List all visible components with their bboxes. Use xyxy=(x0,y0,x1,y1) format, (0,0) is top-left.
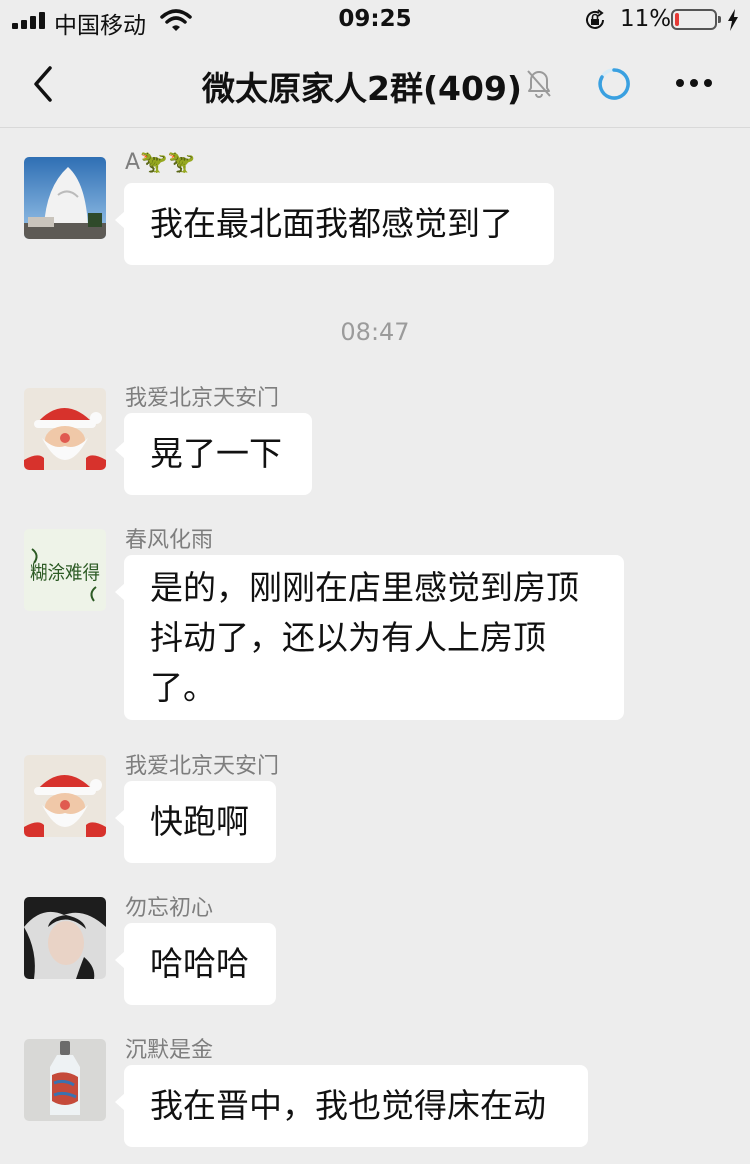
battery-percent: 11% xyxy=(620,6,672,32)
sender-name: 我爱北京天安门 xyxy=(125,754,280,779)
time-divider: 08:47 xyxy=(340,318,410,346)
mute-icon xyxy=(527,70,551,98)
loading-icon[interactable] xyxy=(597,67,631,101)
sender-name: 勿忘初心 xyxy=(125,896,214,921)
avatar[interactable] xyxy=(24,157,106,239)
status-bar: 中国移动 09:25 11% xyxy=(0,0,750,40)
charging-icon xyxy=(728,9,738,31)
avatar-calligraphy: 糊涂难得 xyxy=(30,562,100,584)
more-icon[interactable] xyxy=(674,76,714,90)
message-text-line: 抖动了，还以为有人上房顶 xyxy=(150,618,546,657)
group-title[interactable]: 微太原家人2群(409) xyxy=(202,62,522,110)
message-bubble[interactable]: 快跑啊 xyxy=(115,781,276,863)
avatar[interactable] xyxy=(24,755,106,837)
back-icon[interactable] xyxy=(24,64,64,104)
message-bubble[interactable]: 是的，刚刚在店里感觉到房顶 抖动了，还以为有人上房顶 了。 xyxy=(115,555,624,720)
message-bubble[interactable]: 我在最北面我都感觉到了 xyxy=(115,183,554,265)
avatar[interactable]: 糊涂难得 xyxy=(24,529,106,611)
message-text: 快跑啊 xyxy=(150,802,249,841)
chat-header: 微太原家人2群(409) xyxy=(0,40,750,128)
orientation-lock-icon xyxy=(586,9,604,29)
message-text: 晃了一下 xyxy=(150,434,282,473)
message-text: 我在最北面我都感觉到了 xyxy=(150,204,513,243)
sender-name: 沉默是金 xyxy=(125,1038,214,1063)
avatar[interactable] xyxy=(24,897,106,979)
message-text: 我在晋中，我也觉得床在动 xyxy=(150,1086,546,1125)
battery-icon xyxy=(671,9,721,30)
message-bubble[interactable]: 我在晋中，我也觉得床在动 xyxy=(115,1065,588,1147)
avatar[interactable] xyxy=(24,388,106,470)
sender-name: 春风化雨 xyxy=(125,528,214,553)
message-bubble[interactable]: 晃了一下 xyxy=(115,413,312,495)
message-text-line: 了。 xyxy=(150,668,216,707)
avatar[interactable] xyxy=(24,1039,106,1121)
message-text-line: 是的，刚刚在店里感觉到房顶 xyxy=(150,568,579,607)
message-text: 哈哈哈 xyxy=(150,944,249,983)
sender-name: A🦖🦖 xyxy=(125,150,195,175)
sender-name: 我爱北京天安门 xyxy=(125,386,280,411)
message-bubble[interactable]: 哈哈哈 xyxy=(115,923,276,1005)
